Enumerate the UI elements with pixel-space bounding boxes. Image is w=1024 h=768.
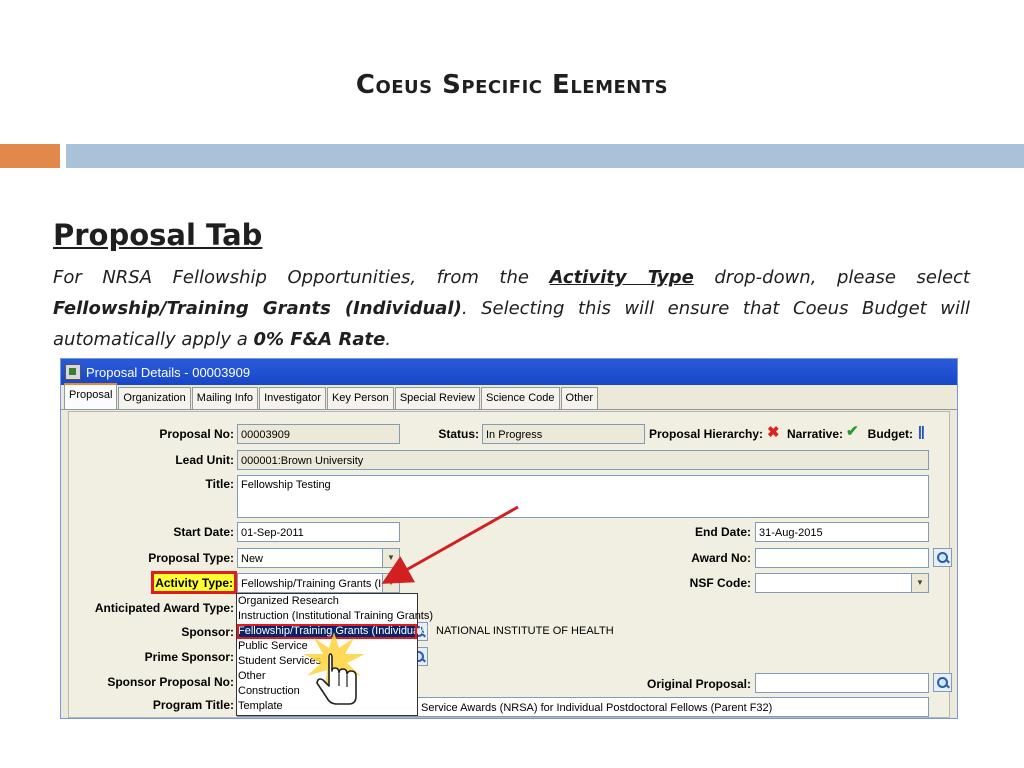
tab-special-review[interactable]: Special Review <box>394 387 481 409</box>
lead-unit-field: 000001:Brown University <box>237 450 929 470</box>
para-activity-type: Activity Type <box>549 267 694 288</box>
sponsor-name: NATIONAL INSTITUTE OF HEALTH <box>436 625 614 637</box>
dropdown-option[interactable]: Other <box>237 669 417 684</box>
proposal-type-label: Proposal Type: <box>148 551 234 565</box>
activity-type-label: Activity Type: <box>155 576 233 590</box>
title-field[interactable]: Fellowship Testing <box>237 475 929 518</box>
dropdown-option[interactable]: Organized Research <box>237 594 417 609</box>
dropdown-option-selected[interactable]: Fellowship/Training Grants (Individuals) <box>237 624 431 639</box>
tab-organization[interactable]: Organization <box>118 387 191 409</box>
tab-key-person[interactable]: Key Person <box>326 387 394 409</box>
instruction-paragraph: For NRSA Fellowship Opportunities, from … <box>53 262 970 355</box>
proposal-no-field: 00003909 <box>237 424 400 444</box>
app-icon <box>65 364 81 380</box>
original-proposal-label: Original Proposal: <box>646 677 751 691</box>
title-label: Title: <box>205 477 234 491</box>
start-date-field[interactable]: 01-Sep-2011 <box>237 522 400 542</box>
tab-proposal[interactable]: Proposal <box>64 383 118 409</box>
award-no-label: Award No: <box>691 551 751 565</box>
tab-other[interactable]: Other <box>560 387 599 409</box>
chevron-down-icon[interactable]: ▼ <box>382 549 399 567</box>
para-fellowship: Fellowship/Training Grants (Individual) <box>53 298 462 319</box>
budget-label: Budget: <box>867 427 913 441</box>
lead-unit-label: Lead Unit: <box>175 453 234 467</box>
original-proposal-lookup-icon[interactable] <box>933 673 952 692</box>
proposal-no-label: Proposal No: <box>159 427 234 441</box>
status-field: In Progress <box>482 424 645 444</box>
para-text-4: . <box>385 329 392 350</box>
sponsor-label: Sponsor: <box>181 625 234 639</box>
proposal-details-window: Proposal Details - 00003909 Proposal Org… <box>60 358 958 719</box>
window-title: Proposal Details - 00003909 <box>86 364 251 380</box>
dropdown-option[interactable]: Construction <box>237 684 417 699</box>
chevron-down-icon[interactable]: ▼ <box>911 574 928 592</box>
dropdown-option[interactable]: Public Service <box>237 639 417 654</box>
sponsor-proposal-label: Sponsor Proposal No: <box>107 675 234 689</box>
nsf-code-select[interactable]: ▼ <box>755 573 929 593</box>
hierarchy-label: Proposal Hierarchy: <box>649 427 764 441</box>
window-titlebar[interactable]: Proposal Details - 00003909 <box>61 359 957 385</box>
red-x-icon: ✖ <box>767 424 780 441</box>
award-lookup-icon[interactable] <box>933 548 952 567</box>
section-heading: Proposal Tab <box>53 218 263 252</box>
status-label: Status: <box>438 427 479 441</box>
tab-strip: Proposal Organization Mailing Info Inves… <box>61 383 957 410</box>
activity-type-select[interactable]: Fellowship/Training Grants (In... ▼ <box>237 573 400 593</box>
para-rate: 0% F&A Rate <box>253 329 386 350</box>
chevron-down-icon[interactable]: ▼ <box>382 574 399 592</box>
dropdown-option[interactable]: Template <box>237 699 417 714</box>
tab-mailing-info[interactable]: Mailing Info <box>191 387 259 409</box>
proposal-panel: Proposal No: 00003909 Status: In Progres… <box>68 411 952 718</box>
end-date-label: End Date: <box>694 525 751 539</box>
proposal-type-select[interactable]: New ▼ <box>237 548 400 568</box>
activity-type-dropdown[interactable]: Organized Research Instruction (Institut… <box>236 593 433 716</box>
award-no-field[interactable] <box>755 548 929 568</box>
nsf-code-label: NSF Code: <box>689 576 751 590</box>
activity-type-value: Fellowship/Training Grants (In... <box>241 578 397 590</box>
dropdown-option[interactable]: Instruction (Institutional Training Gran… <box>237 609 433 624</box>
anticipated-award-label: Anticipated Award Type: <box>94 601 234 615</box>
narrative-label: Narrative: <box>786 427 843 441</box>
accent-bar-orange <box>0 144 60 168</box>
accent-bar-blue <box>66 144 1024 168</box>
proposal-type-value: New <box>241 553 264 565</box>
green-check-icon: ✔ <box>846 423 859 440</box>
end-date-field[interactable]: 31-Aug-2015 <box>755 522 929 542</box>
dropdown-option[interactable]: Student Services <box>237 654 417 669</box>
para-text-2: drop-down, please select <box>693 267 970 288</box>
prime-sponsor-label: Prime Sponsor: <box>144 650 234 664</box>
program-title-label: Program Title: <box>152 698 234 712</box>
start-date-label: Start Date: <box>173 525 234 539</box>
tab-investigator[interactable]: Investigator <box>259 387 326 409</box>
para-text-1: For NRSA Fellowship Opportunities, from … <box>53 267 550 288</box>
original-proposal-field[interactable] <box>755 673 929 693</box>
slide-title: Coeus Specific Elements <box>355 70 669 100</box>
tab-science-code[interactable]: Science Code <box>481 387 560 409</box>
blue-bars-icon: || <box>918 423 925 439</box>
